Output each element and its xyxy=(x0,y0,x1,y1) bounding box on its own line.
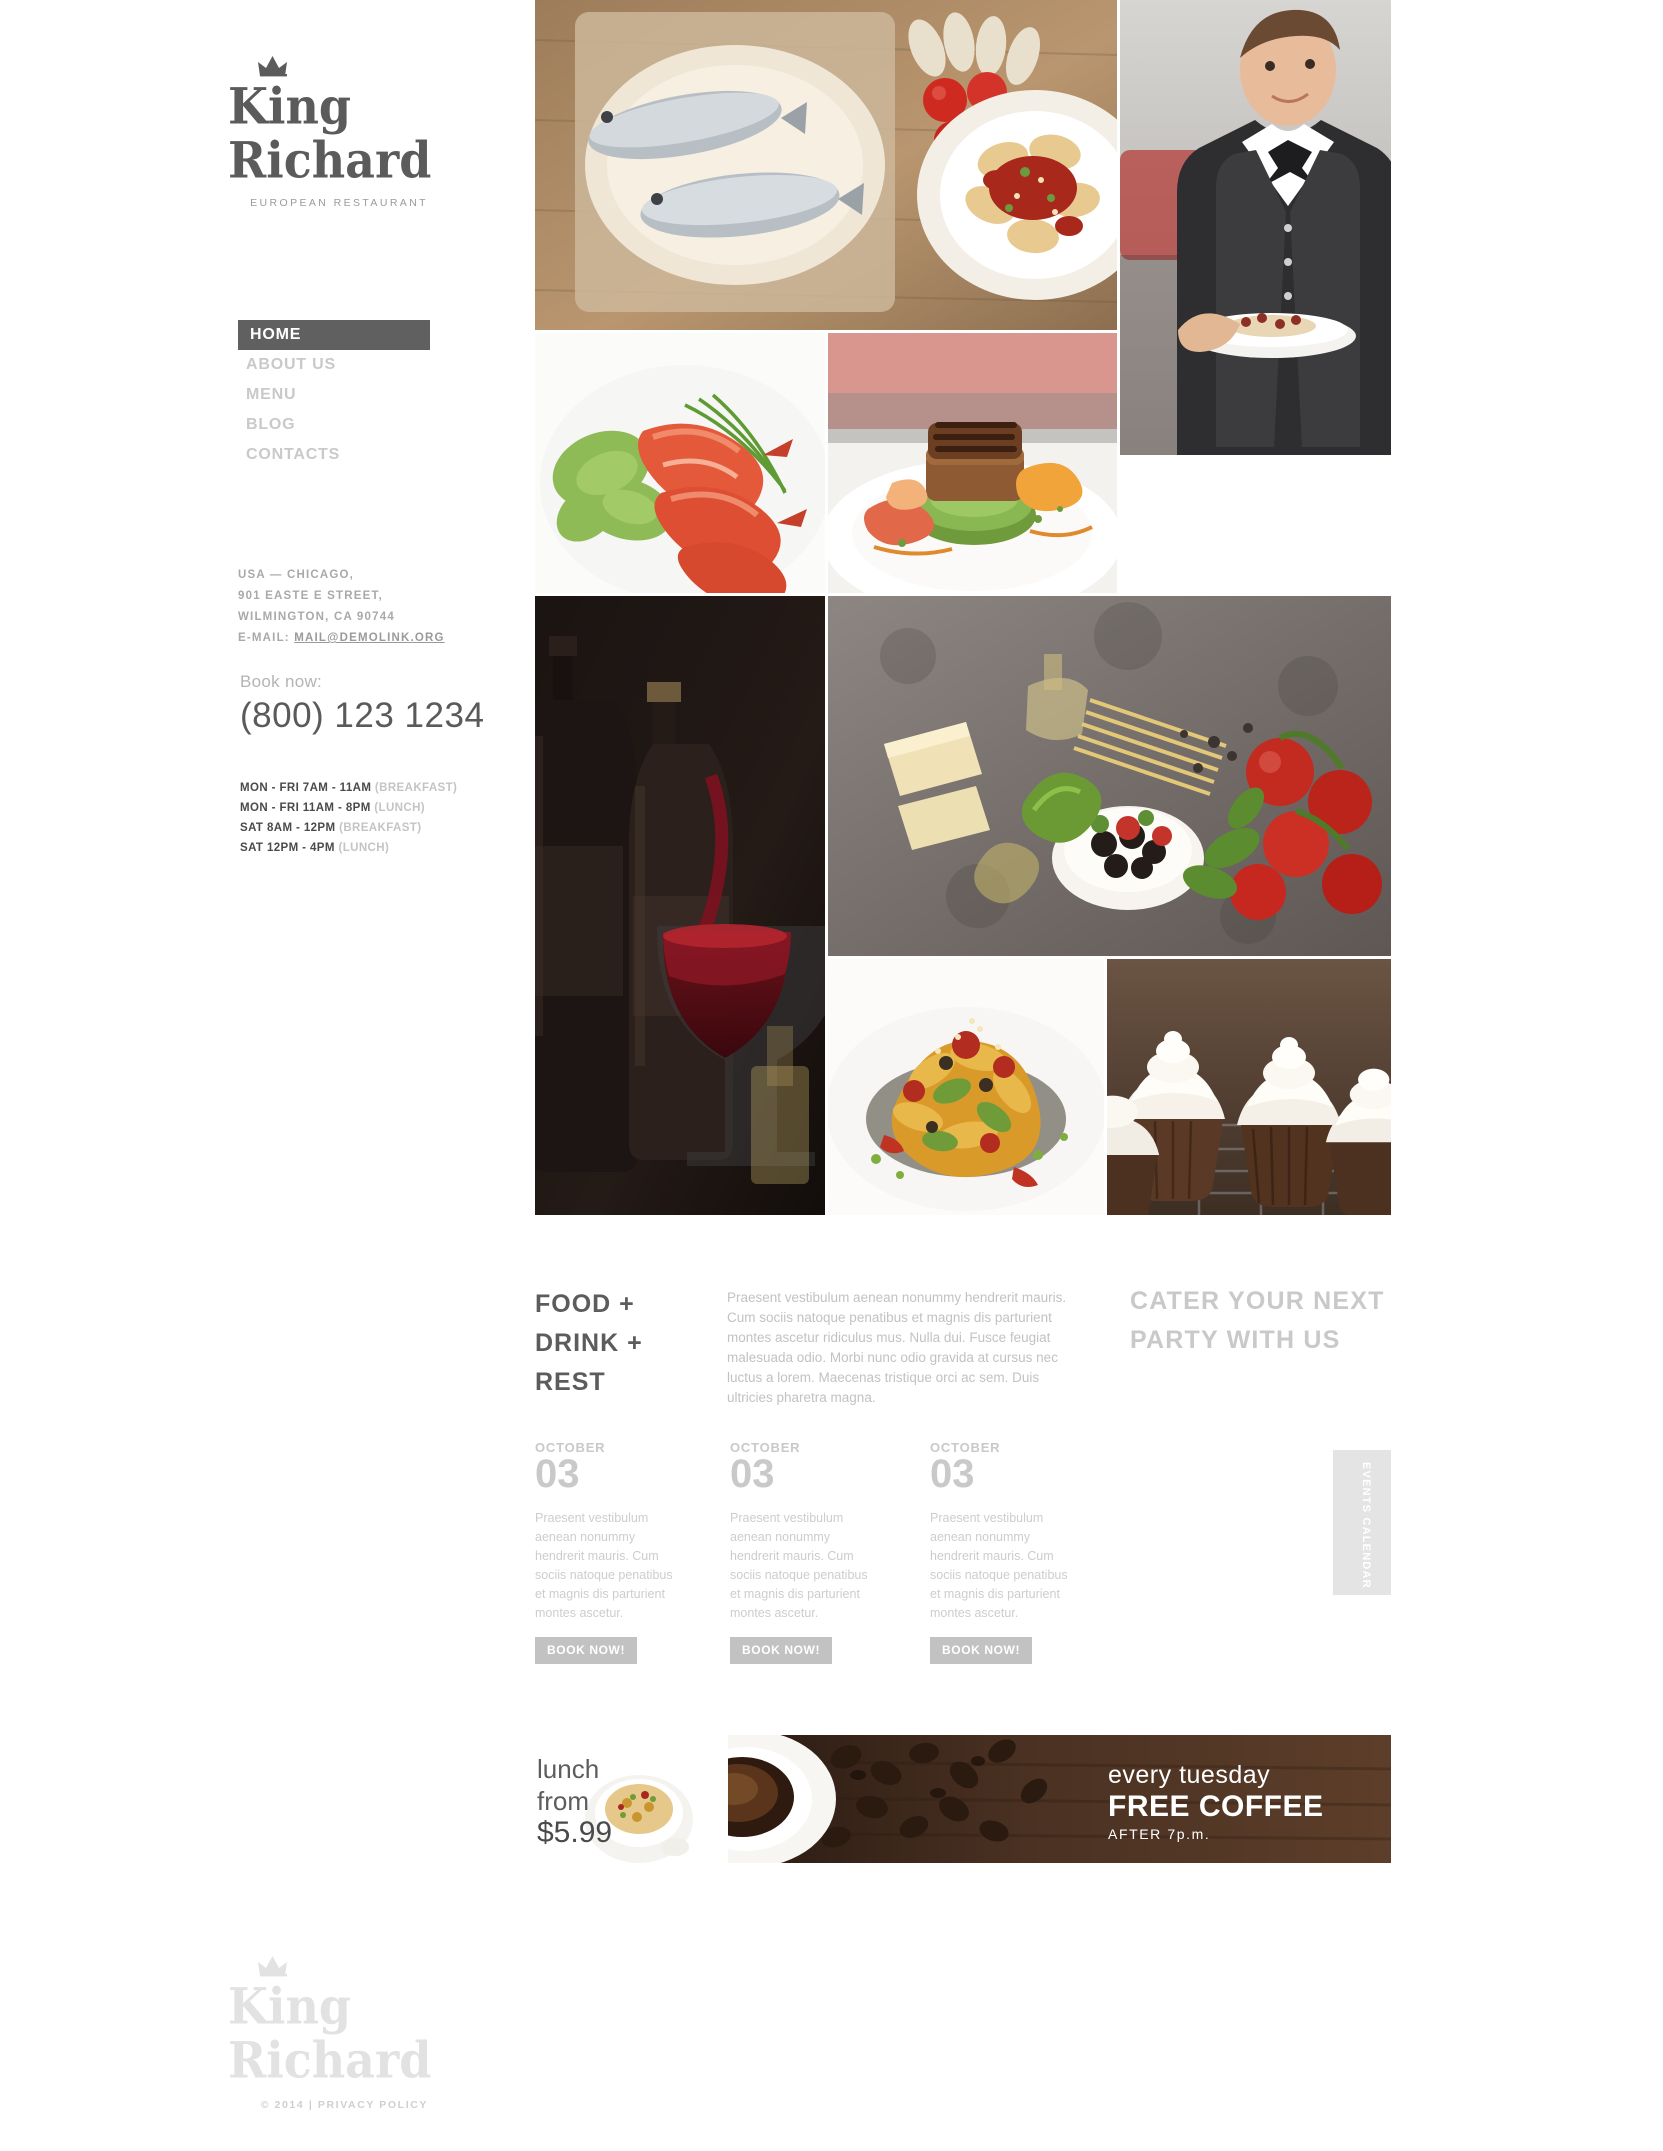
booking-block: Book now: (800) 123 1234 xyxy=(240,672,484,736)
coffee-line-1: every tuesday xyxy=(1108,1761,1271,1789)
events-calendar-label: EVENTS CALENDAR xyxy=(1360,1462,1372,1589)
photo-gallery xyxy=(535,0,1391,1215)
lunch-promo-text: lunch from $5.99 xyxy=(537,1753,612,1849)
main-navigation: HOME ABOUT US MENU BLOG CONTACTS xyxy=(238,320,468,470)
hours-time: MON - FRI 11AM - 8PM xyxy=(240,802,371,814)
book-now-button[interactable]: BOOK NOW! xyxy=(930,1637,1033,1664)
event-day: 03 xyxy=(730,1452,775,1496)
sidebar-item-about-us[interactable]: ABOUT US xyxy=(238,350,468,380)
gallery-cupcakes[interactable] xyxy=(1107,959,1391,1215)
hours-row: SAT 8AM - 12PM (BREAKFAST) xyxy=(240,818,520,838)
crown-icon xyxy=(258,1956,287,1977)
gallery-ingredients-image xyxy=(828,596,1391,956)
logo-line-1: King xyxy=(228,76,352,136)
event-day: 03 xyxy=(930,1452,975,1496)
gallery-vegetable-dish-image xyxy=(828,959,1104,1215)
gallery-fish-pasta-image xyxy=(535,0,1117,330)
sidebar: King Richard EUROPEAN RESTAURANT HOME AB… xyxy=(0,0,535,2151)
gallery-wine-bottles-image xyxy=(535,596,825,1215)
page-title: FOOD + DRINK + REST xyxy=(535,1290,643,1396)
site-logo[interactable]: King Richard EUROPEAN RESTAURANT xyxy=(228,55,458,209)
cater-heading: CATER YOUR NEXT PARTY WITH US xyxy=(1130,1287,1385,1354)
gallery-waiter[interactable] xyxy=(1120,0,1391,455)
sidebar-item-menu[interactable]: MENU xyxy=(238,380,468,410)
address-email-row: E-MAIL: MAIL@DEMOLINK.ORG xyxy=(238,628,498,649)
coffee-promo[interactable]: every tuesday FREE COFFEE AFTER 7p.m. xyxy=(728,1735,1391,1863)
event-card: OCTOBER 03 Praesent vestibulum aenean no… xyxy=(535,1440,681,1664)
hours-time: SAT 8AM - 12PM xyxy=(240,822,336,834)
address-block: USA — CHICAGO, 901 EASTE E STREET, WILMI… xyxy=(238,565,498,649)
page-root: King Richard EUROPEAN RESTAURANT HOME AB… xyxy=(0,0,1663,2151)
events-row: OCTOBER 03 Praesent vestibulum aenean no… xyxy=(535,1440,1391,1680)
intro-paragraph: Praesent vestibulum aenean nonummy hendr… xyxy=(727,1290,1067,1405)
event-day: 03 xyxy=(535,1452,580,1496)
lunch-line-2: from xyxy=(537,1786,589,1816)
gallery-wine-bottles[interactable] xyxy=(535,596,825,1215)
events-calendar-tab[interactable]: EVENTS CALENDAR xyxy=(1333,1450,1391,1595)
hours-row: MON - FRI 11AM - 8PM (LUNCH) xyxy=(240,798,520,818)
event-description: Praesent vestibulum aenean nonummy hendr… xyxy=(730,1511,868,1620)
gallery-fish-pasta[interactable] xyxy=(535,0,1117,330)
address-line-2: 901 EASTE E STREET, xyxy=(238,590,383,602)
gallery-shrimp-salad-image xyxy=(535,333,825,593)
hours-meal: (BREAKFAST) xyxy=(339,822,422,834)
hours-meal: (LUNCH) xyxy=(338,842,390,854)
address-line-3: WILMINGTON, CA 90744 xyxy=(238,611,395,623)
hours-meal: (LUNCH) xyxy=(374,802,426,814)
event-description: Praesent vestibulum aenean nonummy hendr… xyxy=(535,1511,673,1620)
gallery-waiter-image xyxy=(1120,0,1391,455)
book-now-button[interactable]: BOOK NOW! xyxy=(730,1637,833,1664)
gallery-vegetable-dish[interactable] xyxy=(828,959,1104,1215)
hours-row: MON - FRI 7AM - 11AM (BREAKFAST) xyxy=(240,778,520,798)
phone-number[interactable]: (800) 123 1234 xyxy=(240,696,484,736)
intro-row: FOOD + DRINK + REST Praesent vestibulum … xyxy=(535,1260,1391,1440)
promo-banner: lunch from $5.99 every tuesday FREE COFF… xyxy=(535,1735,1391,1863)
logo-tagline: EUROPEAN RESTAURANT xyxy=(250,197,428,209)
logo-line-2: Richard xyxy=(228,130,432,190)
book-now-button[interactable]: BOOK NOW! xyxy=(535,1637,638,1664)
gallery-cupcakes-image xyxy=(1107,959,1391,1215)
hours-time: MON - FRI 7AM - 11AM xyxy=(240,782,372,794)
event-description: Praesent vestibulum aenean nonummy hendr… xyxy=(930,1511,1068,1620)
crown-icon xyxy=(258,56,287,77)
sidebar-item-contacts[interactable]: CONTACTS xyxy=(238,440,468,470)
copyright: © 2014 | PRIVACY POLICY xyxy=(260,2099,428,2111)
gallery-ingredients[interactable] xyxy=(828,596,1391,956)
lunch-promo[interactable]: lunch from $5.99 xyxy=(535,1735,695,1863)
email-link[interactable]: MAIL@DEMOLINK.ORG xyxy=(294,632,444,644)
sidebar-item-blog[interactable]: BLOG xyxy=(238,410,468,440)
lunch-price: $5.99 xyxy=(537,1816,613,1849)
hours-time: SAT 12PM - 4PM xyxy=(240,842,335,854)
opening-hours: MON - FRI 7AM - 11AM (BREAKFAST) MON - F… xyxy=(240,778,520,858)
address-line-1: USA — CHICAGO, xyxy=(238,569,355,581)
email-label: E-MAIL: xyxy=(238,632,290,644)
gallery-steak-tower-image xyxy=(828,333,1117,593)
coffee-promo-text: every tuesday FREE COFFEE AFTER 7p.m. xyxy=(1108,1760,1324,1842)
footer-logo[interactable]: King Richard © 2014 | PRIVACY POLICY xyxy=(228,1955,478,2111)
coffee-line-3: AFTER 7p.m. xyxy=(1108,1826,1211,1842)
gallery-shrimp-salad[interactable] xyxy=(535,333,825,593)
gallery-steak-tower[interactable] xyxy=(828,333,1117,593)
footer-logo-line-1: King xyxy=(228,1976,352,2036)
hours-meal: (BREAKFAST) xyxy=(374,782,458,794)
book-now-label: Book now: xyxy=(240,672,323,691)
event-card: OCTOBER 03 Praesent vestibulum aenean no… xyxy=(730,1440,876,1664)
coffee-line-2: FREE COFFEE xyxy=(1108,1790,1324,1823)
footer-logo-line-2: Richard xyxy=(228,2030,432,2090)
main-content: FOOD + DRINK + REST Praesent vestibulum … xyxy=(535,1260,1391,1680)
sidebar-item-home[interactable]: HOME xyxy=(238,320,430,350)
hours-row: SAT 12PM - 4PM (LUNCH) xyxy=(240,838,520,858)
lunch-line-1: lunch xyxy=(537,1754,600,1784)
event-card: OCTOBER 03 Praesent vestibulum aenean no… xyxy=(930,1440,1076,1664)
